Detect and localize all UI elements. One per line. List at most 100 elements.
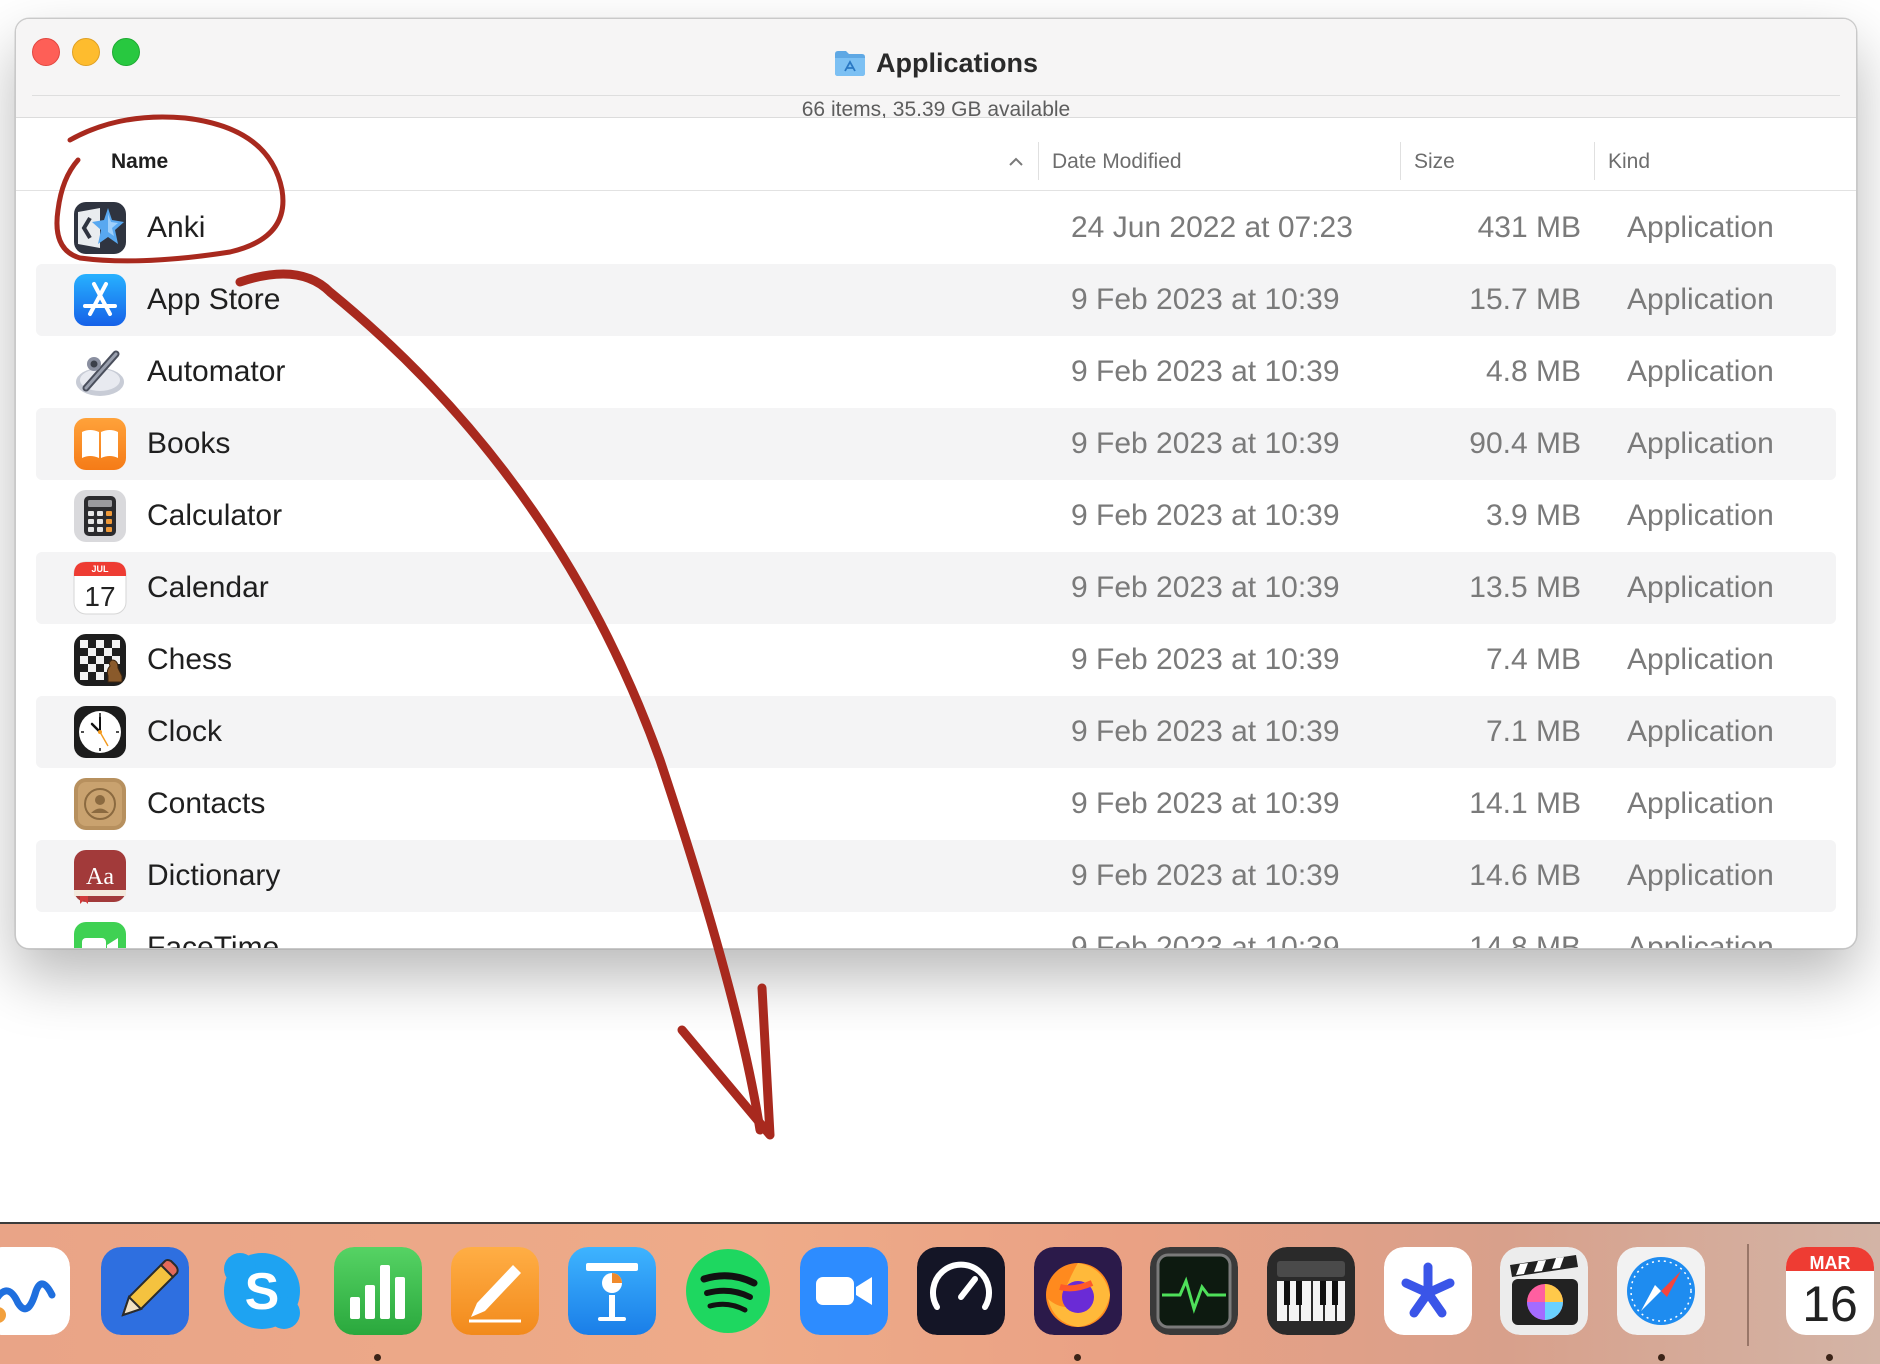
file-row-dictionary[interactable]: Aa Dictionary 9 Feb 2023 at 10:39 14.6 M… (36, 840, 1836, 912)
file-kind: Application (1627, 715, 1774, 748)
calculator-icon (74, 490, 126, 542)
applications-folder-icon (834, 51, 865, 76)
column-header: Name Date Modified Size Kind (16, 118, 1856, 191)
final-cut-pro-icon[interactable] (1500, 1247, 1588, 1335)
file-kind: Application (1627, 499, 1774, 532)
skype-icon[interactable]: S (218, 1247, 306, 1335)
freeform-icon[interactable] (0, 1247, 70, 1335)
keynote-icon[interactable] (568, 1247, 656, 1335)
file-size: 431 MB (1477, 211, 1581, 244)
running-indicator (1658, 1354, 1665, 1361)
pages-icon[interactable] (451, 1247, 539, 1335)
piano-icon[interactable] (1267, 1247, 1355, 1335)
calendar-icon[interactable]: MAR 16 (1786, 1247, 1874, 1335)
file-name: Chess (147, 643, 233, 676)
file-date: 9 Feb 2023 at 10:39 (1071, 931, 1340, 949)
column-name[interactable]: Name (111, 150, 168, 174)
zoom-icon[interactable] (800, 1247, 888, 1335)
file-name: FaceTime (147, 931, 280, 949)
file-kind: Application (1627, 355, 1774, 388)
asterisk-app-icon[interactable] (1384, 1247, 1472, 1335)
file-kind: Application (1627, 571, 1774, 604)
file-date: 9 Feb 2023 at 10:39 (1071, 715, 1340, 748)
calendar-day: 16 (1802, 1276, 1858, 1332)
file-name: Dictionary (147, 859, 281, 892)
activity-monitor-icon[interactable] (1150, 1247, 1238, 1335)
numbers-icon[interactable] (334, 1247, 422, 1335)
file-size: 14.1 MB (1469, 787, 1581, 820)
chess-icon (74, 634, 126, 686)
firefox-icon[interactable] (1034, 1247, 1122, 1335)
facetime-icon (74, 922, 126, 948)
file-name: Clock (147, 715, 223, 748)
finder-window: Applications 66 items, 35.39 GB availabl… (15, 18, 1857, 949)
app-store-icon (74, 274, 126, 326)
file-date: 24 Jun 2022 at 07:23 (1071, 211, 1353, 244)
running-indicator (374, 1354, 381, 1361)
title-bar: Applications 66 items, 35.39 GB availabl… (16, 19, 1856, 121)
file-size: 7.1 MB (1485, 715, 1581, 748)
speedtest-icon[interactable] (917, 1247, 1005, 1335)
file-date: 9 Feb 2023 at 10:39 (1071, 859, 1340, 892)
calendar-day: 17 (84, 581, 115, 612)
file-row-calculator[interactable]: Calculator 9 Feb 2023 at 10:39 3.9 MB Ap… (36, 480, 1836, 552)
title-separator (32, 95, 1840, 96)
column-size[interactable]: Size (1414, 150, 1455, 174)
file-size: 3.9 MB (1485, 499, 1581, 532)
file-row-calendar[interactable]: JUL 17 Calendar 9 Feb 2023 at 10:39 13.5… (36, 552, 1836, 624)
running-indicator (1826, 1354, 1833, 1361)
file-row-app-store[interactable]: App Store 9 Feb 2023 at 10:39 15.7 MB Ap… (36, 264, 1836, 336)
column-date-modified[interactable]: Date Modified (1052, 150, 1182, 174)
calendar-month: JUL (91, 564, 109, 574)
file-row-anki[interactable]: Anki 24 Jun 2022 at 07:23 431 MB Applica… (36, 192, 1836, 264)
file-date: 9 Feb 2023 at 10:39 (1071, 355, 1340, 388)
file-size: 15.7 MB (1469, 283, 1581, 316)
file-row-automator[interactable]: Automator 9 Feb 2023 at 10:39 4.8 MB App… (36, 336, 1836, 408)
file-name: Calendar (147, 571, 269, 604)
file-row-facetime[interactable]: FaceTime 9 Feb 2023 at 10:39 14.8 MB App… (36, 912, 1836, 949)
file-size: 13.5 MB (1469, 571, 1581, 604)
file-date: 9 Feb 2023 at 10:39 (1071, 787, 1340, 820)
automator-icon (76, 350, 124, 396)
file-size: 7.4 MB (1485, 643, 1581, 676)
file-kind: Application (1627, 787, 1774, 820)
safari-icon[interactable] (1617, 1247, 1705, 1335)
column-kind[interactable]: Kind (1608, 150, 1650, 174)
column-divider[interactable] (1594, 142, 1595, 180)
column-divider[interactable] (1038, 142, 1039, 180)
calendar-icon: JUL 17 (73, 561, 127, 615)
calendar-month: MAR (1809, 1253, 1851, 1273)
column-divider[interactable] (1400, 142, 1401, 180)
file-size: 4.8 MB (1485, 355, 1581, 388)
file-kind: Application (1627, 931, 1774, 949)
books-icon (74, 418, 126, 470)
dictionary-glyph: Aa (86, 864, 114, 890)
file-name: App Store (147, 283, 281, 316)
annotation-arrow-head (677, 983, 775, 1140)
file-name: Calculator (147, 499, 283, 532)
file-kind: Application (1627, 643, 1774, 676)
window-title: Applications (875, 47, 1038, 78)
sort-ascending-icon[interactable] (1006, 152, 1026, 172)
file-kind: Application (1627, 427, 1774, 460)
file-name: Books (147, 427, 231, 460)
dock-separator (1747, 1244, 1749, 1346)
file-size: 14.6 MB (1469, 859, 1581, 892)
file-name: Contacts (147, 787, 266, 820)
file-row-chess[interactable]: Chess 9 Feb 2023 at 10:39 7.4 MB Applica… (36, 624, 1836, 696)
file-name: Automator (147, 355, 286, 388)
file-date: 9 Feb 2023 at 10:39 (1071, 283, 1340, 316)
file-date: 9 Feb 2023 at 10:39 (1071, 643, 1340, 676)
file-row-books[interactable]: Books 9 Feb 2023 at 10:39 90.4 MB Applic… (36, 408, 1836, 480)
clock-icon (74, 706, 126, 758)
file-date: 9 Feb 2023 at 10:39 (1071, 571, 1340, 604)
running-indicator (1074, 1354, 1081, 1361)
file-row-contacts[interactable]: Contacts 9 Feb 2023 at 10:39 14.1 MB App… (36, 768, 1836, 840)
contacts-icon (74, 778, 126, 830)
file-size: 14.8 MB (1469, 931, 1581, 949)
spotify-icon[interactable] (684, 1247, 772, 1335)
file-kind: Application (1627, 859, 1774, 892)
pencil-app-icon[interactable] (101, 1247, 189, 1335)
file-kind: Application (1627, 283, 1774, 316)
file-row-clock[interactable]: Clock 9 Feb 2023 at 10:39 7.1 MB Applica… (36, 696, 1836, 768)
